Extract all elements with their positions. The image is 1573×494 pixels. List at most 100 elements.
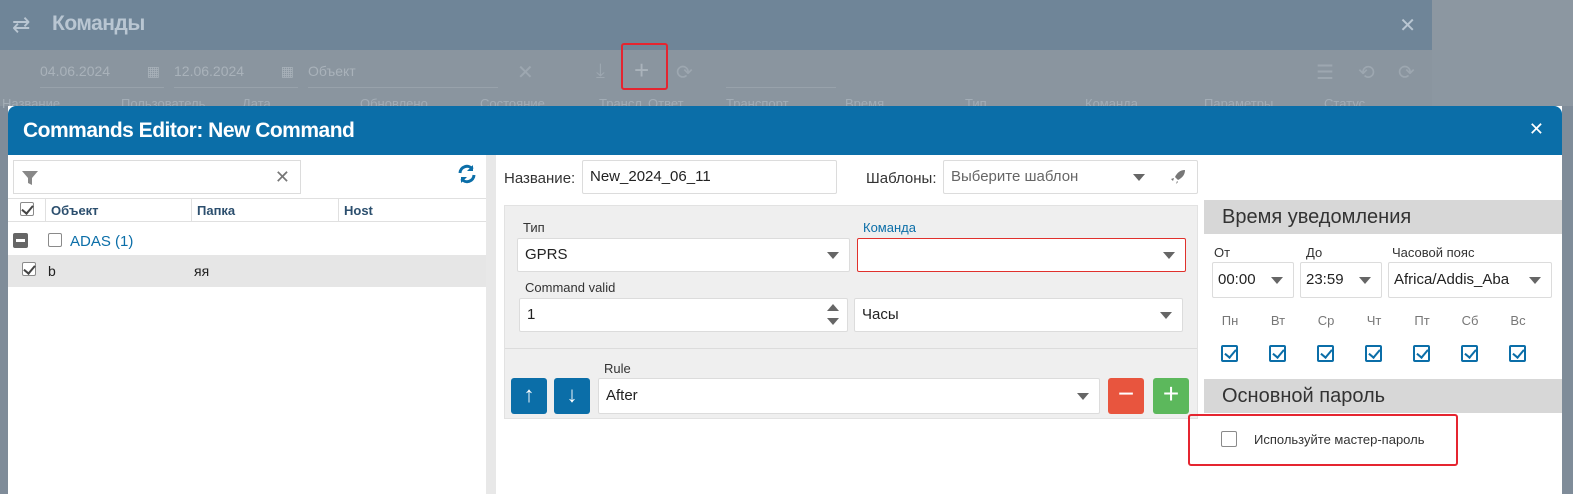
rule-label: Rule (604, 361, 631, 376)
day-label: Ср (1317, 313, 1335, 328)
column-divider (45, 199, 46, 221)
add-rule-button[interactable]: + (1153, 378, 1189, 414)
stepper-down-icon[interactable] (827, 318, 839, 325)
move-up-button[interactable]: ↑ (511, 378, 547, 414)
modal-title: Commands Editor: New Command (23, 119, 355, 142)
arrow-down-icon: ↓ (566, 382, 578, 407)
download-icon: ⤓ (596, 60, 605, 82)
templates-placeholder: Выберите шаблон (951, 168, 1079, 185)
background-date-from: 04.06.2024 ▦ (40, 58, 164, 88)
remove-rule-button[interactable]: − (1108, 378, 1144, 414)
swap-icon: ⇄ (12, 12, 31, 37)
collapse-icon[interactable] (13, 233, 28, 248)
chevron-down-icon (1271, 277, 1283, 284)
day-checkbox-tue[interactable] (1269, 345, 1286, 362)
column-folder[interactable]: Папка (197, 203, 235, 218)
objects-panel: ✕ Объект Папка Host ADAS (1) b яя (8, 155, 486, 494)
day-checkbox-sat[interactable] (1461, 345, 1478, 362)
tz-value: Africa/Addis_Aba (1394, 271, 1510, 288)
modal-header: Commands Editor: New Command ✕ (8, 106, 1562, 155)
minus-icon: − (1117, 378, 1135, 409)
valid-stepper[interactable]: 1 (519, 298, 848, 332)
list-icon: ☰ (1316, 62, 1334, 84)
type-select[interactable]: GPRS (517, 238, 850, 272)
highlight-master-password (1188, 414, 1458, 466)
command-settings-panel: Тип GPRS Команда Command valid 1 Часы ↑ (504, 205, 1198, 419)
password-section-title: Основной пароль (1204, 379, 1562, 413)
day-checkbox-thu[interactable] (1365, 345, 1382, 362)
clear-filter-icon[interactable]: ✕ (275, 167, 290, 188)
background-refresh-right-icon: ⟳ (1398, 62, 1415, 84)
background-select (726, 58, 836, 88)
unit-select[interactable]: Часы (854, 298, 1183, 332)
day-label: Пн (1221, 313, 1239, 328)
to-label: До (1306, 245, 1323, 260)
panel-splitter[interactable] (486, 155, 496, 494)
column-host[interactable]: Host (344, 203, 373, 218)
type-label: Тип (523, 220, 545, 235)
highlight-add-button (621, 43, 668, 90)
row-folder: яя (194, 263, 210, 279)
stepper-up-icon[interactable] (827, 304, 839, 311)
refresh-icon[interactable] (456, 163, 478, 185)
chevron-down-icon (1163, 252, 1175, 259)
close-icon[interactable]: ✕ (1529, 119, 1544, 140)
plus-icon: + (1162, 378, 1180, 409)
chevron-down-icon (1133, 174, 1145, 181)
arrow-up-icon: ↑ (523, 382, 535, 407)
name-input[interactable]: New_2024_06_11 (582, 160, 837, 194)
unit-value: Часы (862, 306, 899, 323)
tz-label: Часовой пояс (1392, 245, 1475, 260)
history-icon: ⟲ (1358, 62, 1375, 84)
group-row[interactable]: ADAS (1) (8, 225, 486, 255)
day-checkbox-wed[interactable] (1317, 345, 1334, 362)
group-checkbox[interactable] (48, 233, 62, 247)
row-checkbox[interactable] (22, 262, 36, 276)
timezone-select[interactable]: Africa/Addis_Aba (1388, 262, 1552, 298)
to-select[interactable]: 23:59 (1300, 262, 1382, 298)
day-label: Пт (1414, 313, 1430, 328)
name-value: New_2024_06_11 (590, 168, 711, 185)
notify-section-title: Время уведомления (1204, 200, 1562, 234)
column-divider (191, 199, 192, 221)
column-divider (338, 199, 339, 221)
from-select[interactable]: 00:00 (1212, 262, 1294, 298)
chevron-down-icon (1359, 277, 1371, 284)
chevron-down-icon (1160, 312, 1172, 319)
day-checkbox-fri[interactable] (1413, 345, 1430, 362)
filter-icon (22, 171, 38, 185)
day-checkbox-mon[interactable] (1221, 345, 1238, 362)
day-label: Сб (1461, 313, 1479, 328)
background-date-from-value: 04.06.2024 (40, 63, 111, 79)
day-checkbox-sun[interactable] (1509, 345, 1526, 362)
move-down-button[interactable]: ↓ (554, 378, 590, 414)
templates-select[interactable]: Выберите шаблон (943, 160, 1198, 194)
background-date-to-value: 12.06.2024 (174, 63, 245, 79)
day-label: Вт (1270, 313, 1286, 328)
from-value: 00:00 (1218, 271, 1256, 288)
background-map (1432, 0, 1573, 106)
command-select[interactable] (857, 238, 1186, 272)
background-title: Команды (52, 12, 145, 35)
background-refresh-icon: ⟳ (676, 62, 693, 84)
chevron-down-icon (827, 252, 839, 259)
name-label: Название: (504, 170, 576, 187)
command-label: Команда (863, 220, 916, 235)
calendar-icon: ▦ (146, 63, 160, 79)
background-object-select: Объект (308, 58, 498, 88)
day-label: Вс (1510, 313, 1526, 328)
select-all-checkbox[interactable] (20, 202, 34, 216)
rule-select[interactable]: After (598, 378, 1100, 414)
filter-input[interactable]: ✕ (13, 160, 301, 194)
command-form: Название: New_2024_06_11 Шаблоны: Выбери… (496, 155, 1204, 494)
background-object-placeholder: Объект (308, 63, 356, 79)
column-object[interactable]: Объект (51, 203, 99, 218)
to-value: 23:59 (1306, 271, 1344, 288)
group-name: ADAS (1) (70, 233, 134, 250)
chevron-down-icon (1529, 277, 1541, 284)
table-row[interactable]: b яя (8, 255, 486, 287)
background-clear-icon: ✕ (517, 62, 534, 84)
background-title-bar: ⇄ Команды ✕ (0, 0, 1432, 50)
valid-label: Command valid (525, 280, 616, 295)
rocket-icon[interactable] (1169, 168, 1187, 186)
